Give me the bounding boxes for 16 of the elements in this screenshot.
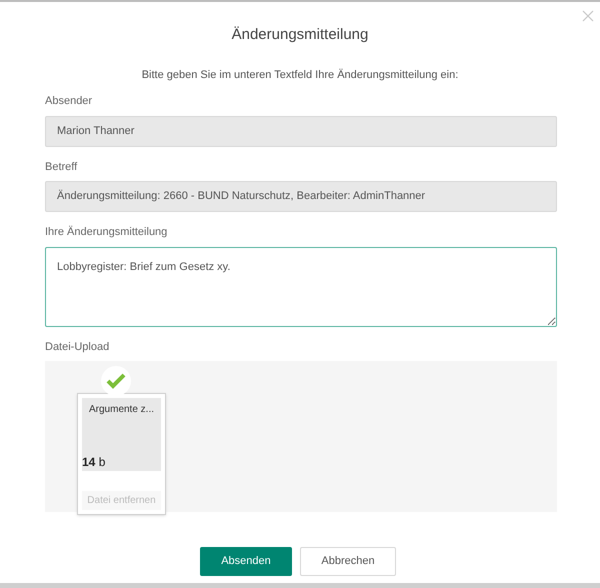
file-size: 14 b	[82, 454, 106, 471]
cancel-button[interactable]: Abbrechen	[300, 547, 396, 576]
field-label: Datei-Upload	[45, 340, 110, 354]
submit-button[interactable]: Absenden	[200, 547, 292, 576]
readonly-field: Marion Thanner	[45, 116, 557, 146]
readonly-field: Änderungsmitteilung: 2660 - BUND Naturschutz, Bearbeiter: AdminThanner	[45, 181, 557, 212]
field-label: Betreff	[45, 160, 78, 174]
message-field[interactable]: Lobbyregister: Brief zum Gesetz xy.	[45, 246, 557, 326]
instruction-text: Bitte geben Sie im unteren Textfeld Ihre Änderungsmitteilung ein:	[142, 68, 458, 82]
field-label: Absender	[45, 94, 94, 109]
field-label: Ihre Änderungsmitteilung	[45, 224, 168, 240]
file-name: Argumente z...	[88, 403, 156, 417]
close-button[interactable]	[580, 8, 596, 24]
upload-dropzone[interactable]: Argumente z... 14 b Datei entfernen	[45, 361, 557, 512]
dialog-title: Änderungsmitteilung	[232, 25, 368, 45]
close-icon	[582, 10, 594, 22]
